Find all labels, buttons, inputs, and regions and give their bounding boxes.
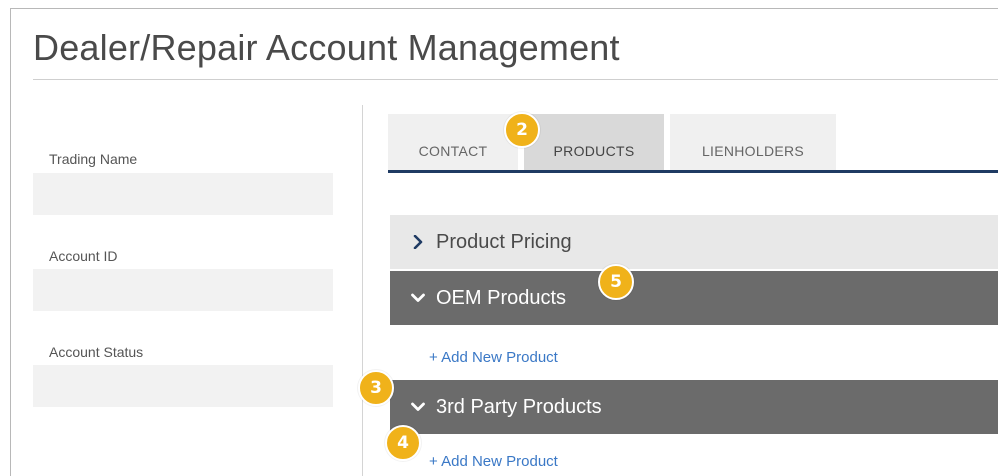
chevron-down-icon xyxy=(408,401,428,413)
section-label: 3rd Party Products xyxy=(436,395,602,418)
chevron-right-icon xyxy=(408,235,428,249)
callout-badge-2: 2 xyxy=(504,112,540,148)
account-id-label: Account ID xyxy=(49,248,118,264)
tab-products[interactable]: PRODUCTS xyxy=(524,114,664,170)
title-divider xyxy=(33,79,998,80)
page-title: Dealer/Repair Account Management xyxy=(33,27,620,68)
section-label: OEM Products xyxy=(436,286,567,309)
column-divider xyxy=(362,105,363,476)
add-3rd-party-product-link[interactable]: + Add New Product xyxy=(429,453,558,470)
trading-name-label: Trading Name xyxy=(49,151,138,167)
callout-badge-5: 5 xyxy=(598,264,634,300)
tab-lienholders[interactable]: LIENHOLDERS xyxy=(670,114,836,170)
account-id-field xyxy=(33,269,333,311)
account-status-label: Account Status xyxy=(49,344,144,360)
callout-badge-3: 3 xyxy=(358,370,394,406)
trading-name-field xyxy=(33,173,333,215)
account-status-field xyxy=(33,365,333,407)
add-oem-product-link[interactable]: + Add New Product xyxy=(429,349,558,366)
callout-badge-4: 4 xyxy=(385,425,421,461)
tab-contact[interactable]: CONTACT xyxy=(388,114,518,170)
app-window: Dealer/Repair Account Management Trading… xyxy=(10,8,998,476)
section-oem-products[interactable]: OEM Products xyxy=(390,271,998,325)
section-3rd-party-products[interactable]: 3rd Party Products xyxy=(390,380,998,434)
section-label: Product Pricing xyxy=(436,230,572,253)
chevron-down-icon xyxy=(408,292,428,304)
section-product-pricing[interactable]: Product Pricing xyxy=(390,215,998,269)
tab-underline xyxy=(388,170,998,173)
